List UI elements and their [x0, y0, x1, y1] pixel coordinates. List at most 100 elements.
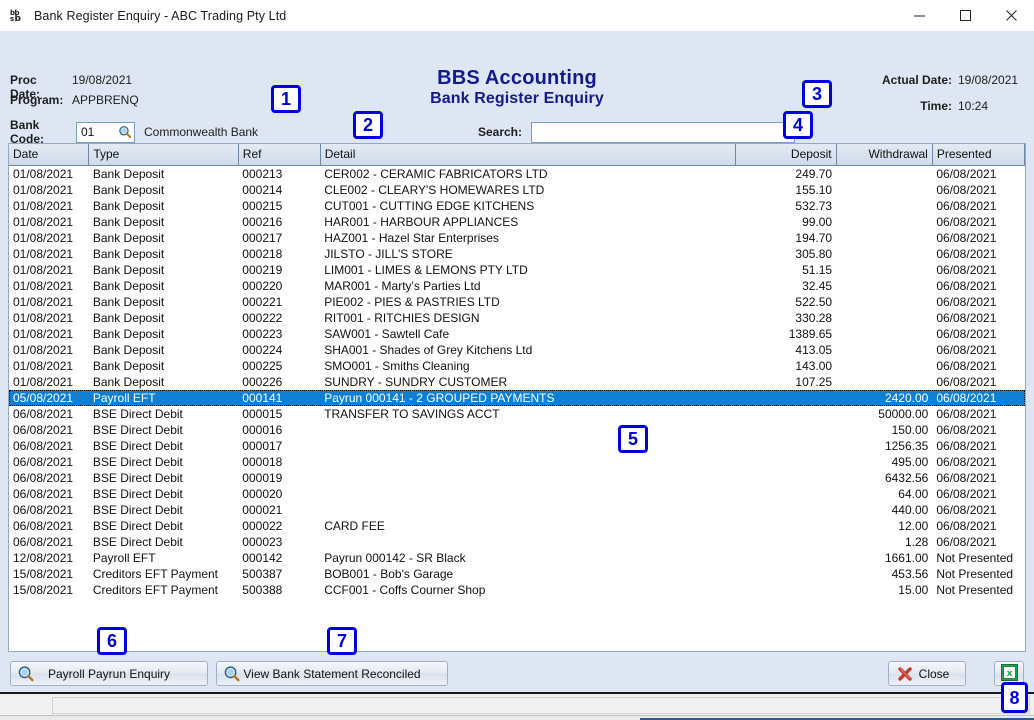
table-row[interactable]: 05/08/2021Payroll EFT000141Payrun 000141…: [9, 390, 1025, 406]
cell-detail: PIE002 - PIES & PASTRIES LTD: [320, 294, 736, 310]
table-row[interactable]: 01/08/2021Bank Deposit000220MAR001 - Mar…: [9, 278, 1025, 294]
table-row[interactable]: 01/08/2021Bank Deposit000219LIM001 - LIM…: [9, 262, 1025, 278]
table-row[interactable]: 06/08/2021BSE Direct Debit0000231.2806/0…: [9, 534, 1025, 550]
cell-presented: 06/08/2021: [932, 518, 1024, 534]
cell-date: 01/08/2021: [9, 358, 89, 374]
cell-presented: 06/08/2021: [932, 246, 1024, 262]
table-row[interactable]: 12/08/2021Payroll EFT000142Payrun 000142…: [9, 550, 1025, 566]
cell-presented: 06/08/2021: [932, 230, 1024, 246]
bank-code-label: Bank Code:: [10, 118, 76, 146]
cell-detail: [320, 470, 736, 486]
cell-date: 01/08/2021: [9, 310, 89, 326]
payroll-search-icon: [17, 665, 35, 683]
payroll-payrun-enquiry-label: Payroll Payrun Enquiry: [48, 667, 170, 681]
cell-ref: 500388: [238, 582, 320, 598]
cell-type: BSE Direct Debit: [89, 502, 238, 518]
search-input[interactable]: [536, 123, 794, 142]
program-label: Program:: [10, 93, 63, 107]
table-row[interactable]: 01/08/2021Bank Deposit000213CER002 - CER…: [9, 165, 1025, 182]
table-row[interactable]: 01/08/2021Bank Deposit000226SUNDRY - SUN…: [9, 374, 1025, 390]
search-label: Search:: [440, 125, 531, 139]
cell-ref: 000222: [238, 310, 320, 326]
view-bank-statement-reconciled-button[interactable]: View Bank Statement Reconciled: [216, 661, 448, 686]
cell-presented: 06/08/2021: [932, 182, 1024, 198]
cell-ref: 000016: [238, 422, 320, 438]
cell-presented: 06/08/2021: [932, 278, 1024, 294]
table-row[interactable]: 15/08/2021Creditors EFT Payment500387BOB…: [9, 566, 1025, 582]
cell-withdrawal: [836, 358, 932, 374]
cell-presented: Not Presented: [932, 582, 1024, 598]
table-row[interactable]: 15/08/2021Creditors EFT Payment500388CCF…: [9, 582, 1025, 598]
cell-withdrawal: [836, 182, 932, 198]
cell-deposit: 32.45: [736, 278, 836, 294]
cell-type: Bank Deposit: [89, 342, 238, 358]
cell-deposit: [736, 390, 836, 406]
cell-type: Bank Deposit: [89, 198, 238, 214]
bank-register-enquiry-window: b b s b Bank Register Enquiry - ABC Trad…: [0, 0, 1034, 719]
cell-detail: SAW001 - Sawtell Cafe: [320, 326, 736, 342]
cell-withdrawal: [836, 262, 932, 278]
cell-deposit: 194.70: [736, 230, 836, 246]
table-row[interactable]: 01/08/2021Bank Deposit000223SAW001 - Saw…: [9, 326, 1025, 342]
maximize-button[interactable]: [942, 0, 988, 31]
cell-withdrawal: [836, 230, 932, 246]
table-row[interactable]: 01/08/2021Bank Deposit000215CUT001 - CUT…: [9, 198, 1025, 214]
cell-date: 06/08/2021: [9, 534, 89, 550]
table-row[interactable]: 01/08/2021Bank Deposit000214CLE002 - CLE…: [9, 182, 1025, 198]
column-header-ref[interactable]: Ref: [238, 144, 320, 165]
table-row[interactable]: 01/08/2021Bank Deposit000218JILSTO - JIL…: [9, 246, 1025, 262]
cell-deposit: 305.80: [736, 246, 836, 262]
annotation-marker-2: 2: [353, 111, 383, 139]
cell-presented: 06/08/2021: [932, 165, 1024, 182]
table-row[interactable]: 01/08/2021Bank Deposit000221PIE002 - PIE…: [9, 294, 1025, 310]
minimize-button[interactable]: [896, 0, 942, 31]
payroll-payrun-enquiry-button[interactable]: Payroll Payrun Enquiry: [10, 661, 208, 686]
table-row[interactable]: 06/08/2021BSE Direct Debit000018495.0006…: [9, 454, 1025, 470]
table-row[interactable]: 01/08/2021Bank Deposit000217HAZ001 - Haz…: [9, 230, 1025, 246]
transactions-grid[interactable]: Date Type Ref Detail Deposit Withdrawal …: [8, 143, 1026, 652]
column-header-deposit[interactable]: Deposit: [736, 144, 836, 165]
close-button[interactable]: Close: [888, 661, 966, 686]
cell-presented: 06/08/2021: [932, 486, 1024, 502]
cell-ref: 000141: [238, 390, 320, 406]
table-row[interactable]: 01/08/2021Bank Deposit000222RIT001 - RIT…: [9, 310, 1025, 326]
cell-ref: 000142: [238, 550, 320, 566]
column-header-withdrawal[interactable]: Withdrawal: [836, 144, 932, 165]
cell-presented: Not Presented: [932, 550, 1024, 566]
table-row[interactable]: 06/08/2021BSE Direct Debit000022CARD FEE…: [9, 518, 1025, 534]
cell-type: Payroll EFT: [89, 550, 238, 566]
cell-date: 06/08/2021: [9, 502, 89, 518]
column-header-detail[interactable]: Detail: [320, 144, 736, 165]
table-row[interactable]: 06/08/2021BSE Direct Debit000021440.0006…: [9, 502, 1025, 518]
bank-code-lookup-icon[interactable]: [115, 123, 134, 142]
cell-detail: RIT001 - RITCHIES DESIGN: [320, 310, 736, 326]
cell-deposit: [736, 502, 836, 518]
table-row[interactable]: 06/08/2021BSE Direct Debit00002064.0006/…: [9, 486, 1025, 502]
bank-code-field[interactable]: 01: [76, 122, 135, 143]
table-row[interactable]: 06/08/2021BSE Direct Debit0000171256.350…: [9, 438, 1025, 454]
cell-ref: 000021: [238, 502, 320, 518]
cell-withdrawal: [836, 278, 932, 294]
table-row[interactable]: 01/08/2021Bank Deposit000225SMO001 - Smi…: [9, 358, 1025, 374]
cell-detail: [320, 502, 736, 518]
page-title: BBS Accounting Bank Register Enquiry: [0, 67, 1034, 108]
table-row[interactable]: 06/08/2021BSE Direct Debit000015TRANSFER…: [9, 406, 1025, 422]
close-window-button[interactable]: [988, 0, 1034, 31]
table-row[interactable]: 01/08/2021Bank Deposit000216HAR001 - HAR…: [9, 214, 1025, 230]
cell-date: 05/08/2021: [9, 390, 89, 406]
column-header-presented[interactable]: Presented: [932, 144, 1024, 165]
cell-withdrawal: [836, 165, 932, 182]
cell-deposit: 532.73: [736, 198, 836, 214]
search-field[interactable]: [531, 122, 795, 143]
column-header-date[interactable]: Date: [9, 144, 89, 165]
cell-presented: 06/08/2021: [932, 534, 1024, 550]
table-row[interactable]: 06/08/2021BSE Direct Debit000016150.0006…: [9, 422, 1025, 438]
cell-ref: 000020: [238, 486, 320, 502]
table-row[interactable]: 06/08/2021BSE Direct Debit0000196432.560…: [9, 470, 1025, 486]
cell-date: 01/08/2021: [9, 246, 89, 262]
cell-deposit: [736, 518, 836, 534]
cell-presented: 06/08/2021: [932, 358, 1024, 374]
cell-detail: MAR001 - Marty's Parties Ltd: [320, 278, 736, 294]
table-row[interactable]: 01/08/2021Bank Deposit000224SHA001 - Sha…: [9, 342, 1025, 358]
column-header-type[interactable]: Type: [89, 144, 238, 165]
